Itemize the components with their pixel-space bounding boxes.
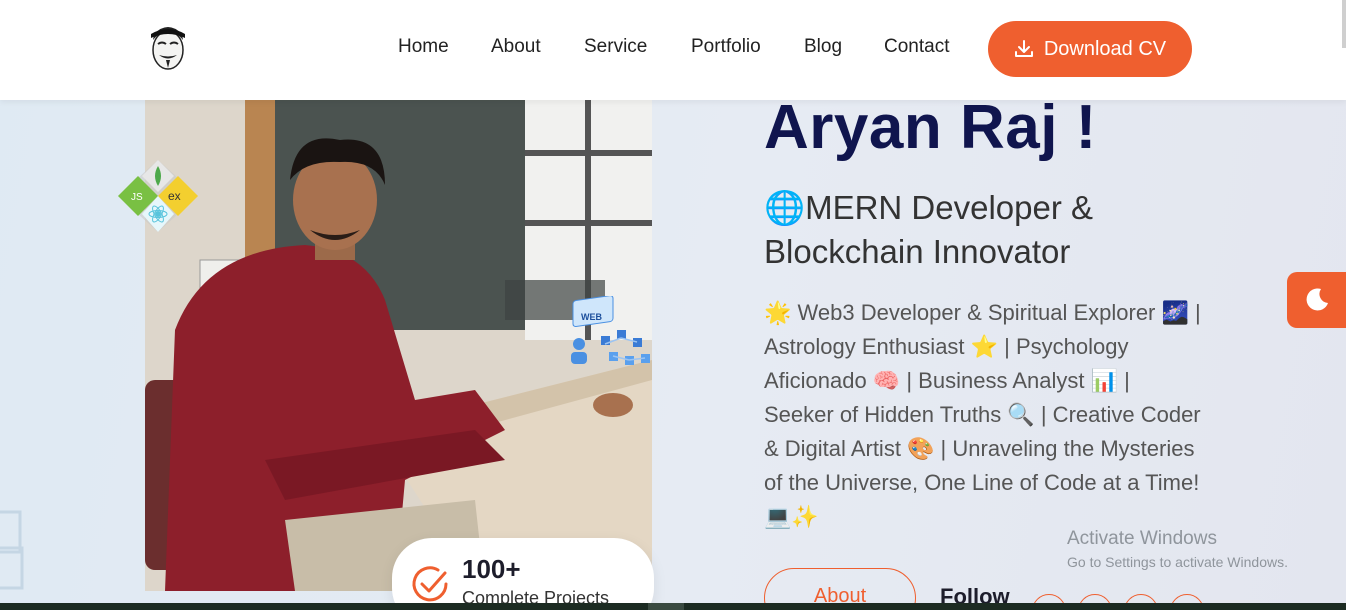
nav-home[interactable]: Home	[398, 36, 449, 58]
scrollbar[interactable]	[1342, 0, 1346, 48]
watermark-subtitle: Go to Settings to activate Windows.	[1067, 554, 1288, 570]
js-logo-text: JS	[131, 192, 143, 203]
hero-role-line2: Blockchain Innovator	[764, 233, 1071, 270]
download-cv-label: Download CV	[1043, 37, 1167, 60]
anonymous-mask-logo[interactable]	[148, 24, 188, 72]
hero-name: Aryan Raj !	[764, 93, 1097, 162]
projects-count: 100+	[462, 554, 521, 584]
theme-toggle-button[interactable]	[1287, 272, 1346, 328]
hero-role: 🌐MERN Developer & Blockchain Innovator	[764, 186, 1184, 274]
web-label: WEB	[581, 312, 602, 322]
web-network-icon: WEB	[571, 296, 650, 365]
download-icon	[1014, 40, 1033, 57]
horizontal-scrollbar[interactable]	[0, 603, 1346, 610]
moon-icon	[1306, 288, 1328, 311]
windows-activation-watermark: Activate Windows Go to Settings to activ…	[1067, 528, 1288, 570]
navbar: Home About Service Portfolio Blog Contac…	[0, 0, 1346, 100]
nav-portfolio[interactable]: Portfolio	[691, 36, 761, 58]
scrollbar-thumb[interactable]	[648, 603, 684, 610]
nav-about[interactable]: About	[491, 36, 541, 58]
nav-service[interactable]: Service	[584, 36, 647, 58]
projects-card: 100+ Complete Projects	[392, 538, 654, 610]
nav-blog[interactable]: Blog	[804, 36, 842, 58]
hero-bio: 🌟 Web3 Developer & Spiritual Explorer 🌌 …	[764, 300, 1201, 529]
hero-role-line1: 🌐MERN Developer &	[764, 189, 1094, 226]
watermark-title: Activate Windows	[1067, 528, 1217, 549]
check-circle-icon	[412, 566, 448, 602]
express-logo-text: ex	[168, 189, 181, 203]
nav-contact[interactable]: Contact	[884, 36, 949, 58]
tech-stack-badge: JS ex	[118, 160, 198, 232]
decorative-squares	[0, 510, 24, 590]
download-cv-button[interactable]: Download CV	[988, 21, 1192, 77]
